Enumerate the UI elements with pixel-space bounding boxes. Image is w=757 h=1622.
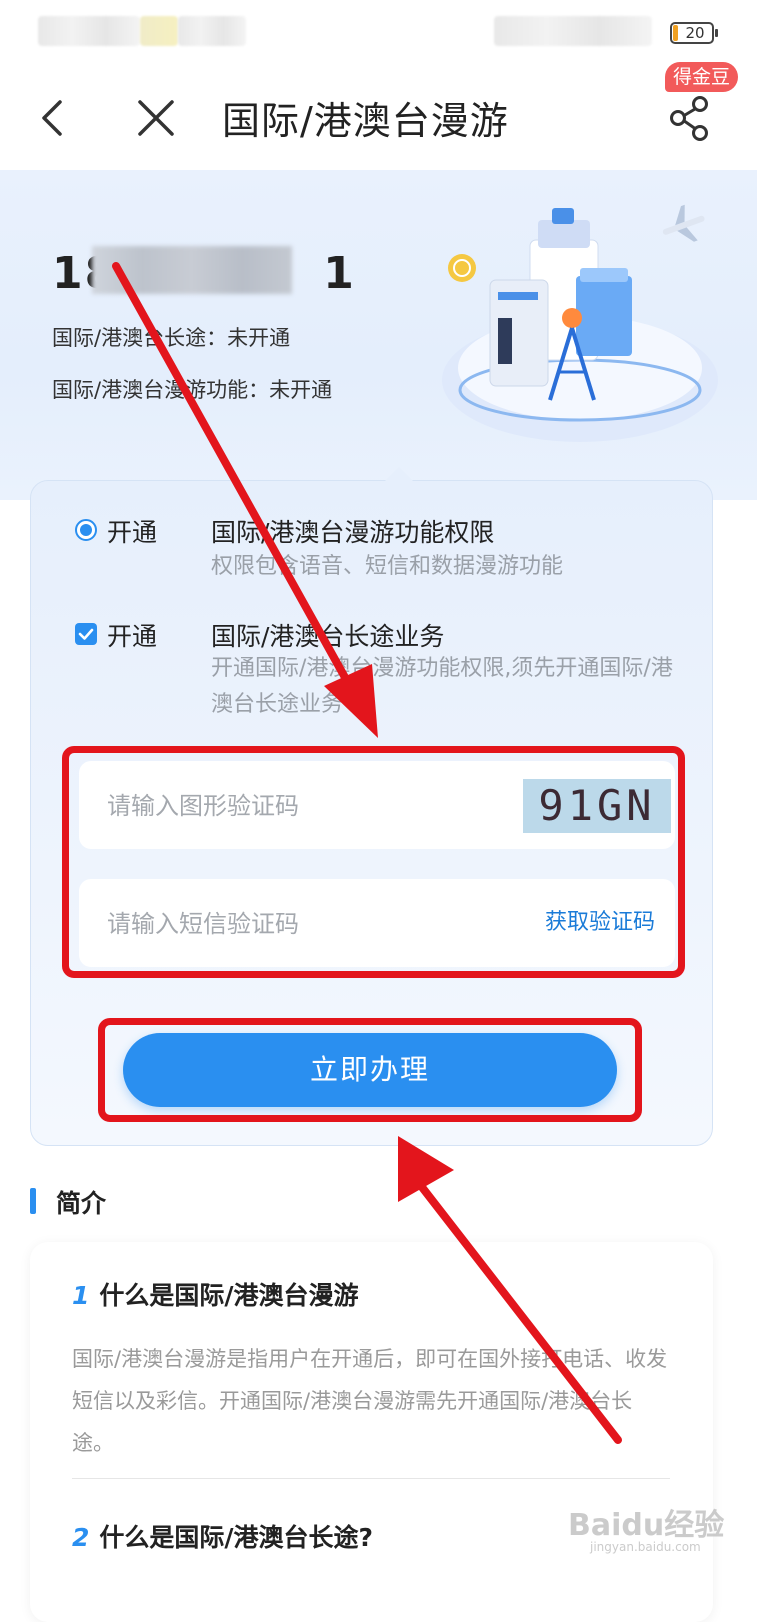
captcha-input[interactable]	[105, 761, 469, 851]
nav-bar: 国际/港澳台漫游 得金豆	[0, 62, 757, 170]
roaming-radio[interactable]	[75, 519, 97, 541]
faq-number-2: 2	[72, 1523, 90, 1552]
phone-number-mask	[92, 246, 292, 294]
chevron-left-icon	[42, 100, 62, 136]
faq-question-1-text: 什么是国际/港澳台漫游	[99, 1281, 359, 1310]
watermark: Baidu经验	[568, 1508, 725, 1543]
roaming-option-desc: 权限包含语音、短信和数据漫游功能	[211, 554, 564, 579]
activation-card: 开通 国际/港澳台漫游功能权限 权限包含语音、短信和数据漫游功能 开通 国际/港…	[30, 467, 713, 1146]
status-left-blurred-2	[178, 16, 246, 46]
back-button[interactable]	[24, 88, 84, 148]
status-left-blurred-yellow	[140, 16, 178, 46]
tower-illustration	[442, 204, 718, 442]
intro-accent-bar	[30, 1188, 36, 1214]
sms-code-input[interactable]	[105, 879, 469, 969]
roaming-option-title: 国际/港澳台漫游功能权限	[211, 518, 495, 547]
long-distance-option-desc: 开通国际/港澳台漫游功能权限,须先开通国际/港澳台长途业务	[211, 656, 673, 717]
faq-question-2-text: 什么是国际/港澳台长途?	[99, 1523, 374, 1552]
roaming-status: 国际/港澳台漫游功能：未开通	[52, 378, 333, 402]
get-code-button[interactable]: 获取验证码	[545, 879, 655, 967]
long-distance-checkbox[interactable]	[75, 623, 97, 645]
account-hero: 18 1 国际/港澳台长途：未开通 国际/港澳台漫游功能：未开通	[0, 170, 757, 500]
intro-title: 简介	[56, 1189, 107, 1218]
watermark-sub: jingyan.baidu.com	[590, 1540, 701, 1554]
captcha-image[interactable]: 91GN	[523, 779, 671, 833]
faq-answer-1: 国际/港澳台漫游是指用户在开通后，即可在国外接打电话、收发短信以及彩信。开通国际…	[72, 1347, 668, 1455]
faq-question-1[interactable]: 1 什么是国际/港澳台漫游	[72, 1276, 359, 1312]
status-bar: 20	[0, 0, 757, 66]
captcha-row: 91GN	[79, 761, 675, 851]
faq-question-2[interactable]: 2 什么是国际/港澳台长途?	[72, 1518, 373, 1554]
faq-divider	[72, 1478, 670, 1479]
roaming-option-label: 开通	[107, 518, 158, 547]
share-icon	[670, 96, 708, 141]
close-icon	[138, 100, 174, 136]
status-left-blurred	[38, 16, 140, 46]
close-button[interactable]	[126, 88, 186, 148]
share-button[interactable]	[660, 88, 720, 148]
faq-number-1: 1	[72, 1281, 90, 1310]
faq-card: 1 什么是国际/港澳台漫游 国际/港澳台漫游是指用户在开通后，即可在国外接打电话、…	[30, 1242, 713, 1622]
long-distance-option-label: 开通	[107, 622, 158, 651]
check-icon	[78, 628, 94, 640]
phone-suffix: 1	[323, 248, 356, 299]
page-title: 国际/港澳台漫游	[222, 99, 509, 143]
long-distance-status: 国际/港澳台长途：未开通	[52, 326, 291, 350]
card-pointer	[385, 467, 413, 481]
captcha-text: 91GN	[538, 781, 656, 830]
long-distance-option-title: 国际/港澳台长途业务	[211, 622, 445, 651]
status-right-blurred	[494, 16, 652, 46]
apply-now-button[interactable]: 立即办理	[123, 1033, 617, 1107]
sms-code-row: 获取验证码	[79, 879, 675, 969]
battery-level: 20	[685, 24, 705, 42]
battery-icon: 20	[670, 22, 718, 44]
